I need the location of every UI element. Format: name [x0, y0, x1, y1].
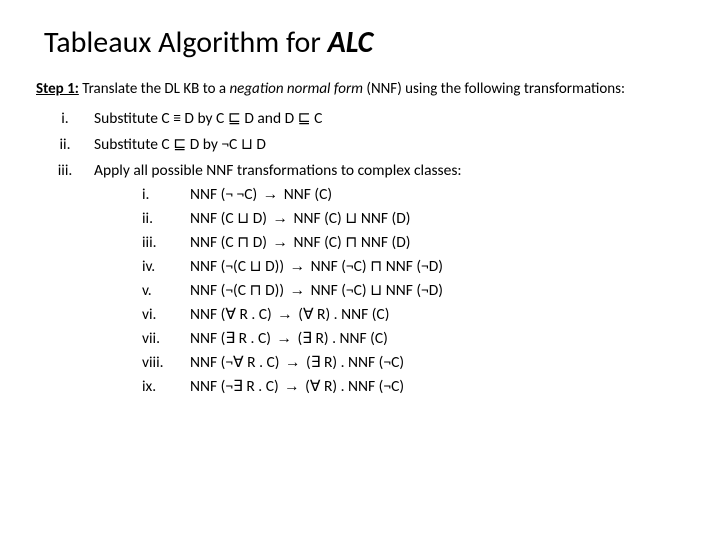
- body: i. Substitute C ≡ D by C ⊑ D and D ⊑ C i…: [36, 107, 684, 399]
- outer-list: i. Substitute C ≡ D by C ⊑ D and D ⊑ C i…: [36, 107, 684, 399]
- arrow-icon: →: [272, 210, 288, 227]
- inner-item: vi.NNF (∀ R . C) → (∀ R) . NNF (C): [142, 303, 684, 327]
- arrow-icon: →: [276, 330, 292, 347]
- arrow-icon: →: [272, 234, 288, 251]
- outer-num: iii.: [36, 159, 94, 399]
- arrow-icon: →: [277, 306, 293, 323]
- outer-item-ii: ii. Substitute C ⊑ D by ¬C ⊔ D: [36, 133, 684, 157]
- arrow-icon: →: [290, 282, 306, 299]
- inner-item: vii.NNF (∃ R . C) → (∃ R) . NNF (C): [142, 327, 684, 351]
- arrow-icon: →: [285, 354, 301, 371]
- outer-content: Substitute C ≡ D by C ⊑ D and D ⊑ C: [94, 107, 684, 131]
- inner-item: v.NNF (¬(C ⊓ D)) → NNF (¬C) ⊔ NNF (¬D): [142, 279, 684, 303]
- arrow-icon: →: [263, 186, 279, 203]
- outer-item-iii: iii. Apply all possible NNF transformati…: [36, 159, 684, 399]
- inner-item: ix.NNF (¬∃ R . C) → (∀ R) . NNF (¬C): [142, 375, 684, 399]
- title-suffix: ALC: [328, 24, 374, 61]
- inner-item: ii.NNF (C ⊔ D) → NNF (C) ⊔ NNF (D): [142, 207, 684, 231]
- outer-intro: Apply all possible NNF transformations t…: [94, 161, 462, 180]
- step-label: Step 1:: [36, 80, 79, 98]
- page-title: Tableaux Algorithm for ALC: [36, 24, 684, 61]
- inner-list: i.NNF (¬ ¬C) → NNF (C) ii.NNF (C ⊔ D) → …: [94, 183, 684, 399]
- step-italic: negation normal form: [229, 80, 363, 98]
- outer-num: ii.: [36, 133, 94, 157]
- inner-item: i.NNF (¬ ¬C) → NNF (C): [142, 183, 684, 207]
- outer-num: i.: [36, 107, 94, 131]
- arrow-icon: →: [284, 378, 300, 395]
- outer-item-i: i. Substitute C ≡ D by C ⊑ D and D ⊑ C: [36, 107, 684, 131]
- inner-item: iii.NNF (C ⊓ D) → NNF (C) ⊓ NNF (D): [142, 231, 684, 255]
- outer-content: Apply all possible NNF transformations t…: [94, 159, 684, 399]
- step-intro: Step 1: Translate the DL KB to a negatio…: [36, 79, 684, 99]
- title-prefix: Tableaux Algorithm for: [44, 24, 328, 61]
- arrow-icon: →: [290, 258, 306, 275]
- step-text-2: (NNF) using the following transformation…: [363, 80, 625, 98]
- inner-item: iv.NNF (¬(C ⊔ D)) → NNF (¬C) ⊓ NNF (¬D): [142, 255, 684, 279]
- step-text-1: Translate the DL KB to a: [79, 80, 230, 98]
- inner-item: viii.NNF (¬∀ R . C) → (∃ R) . NNF (¬C): [142, 351, 684, 375]
- outer-content: Substitute C ⊑ D by ¬C ⊔ D: [94, 133, 684, 157]
